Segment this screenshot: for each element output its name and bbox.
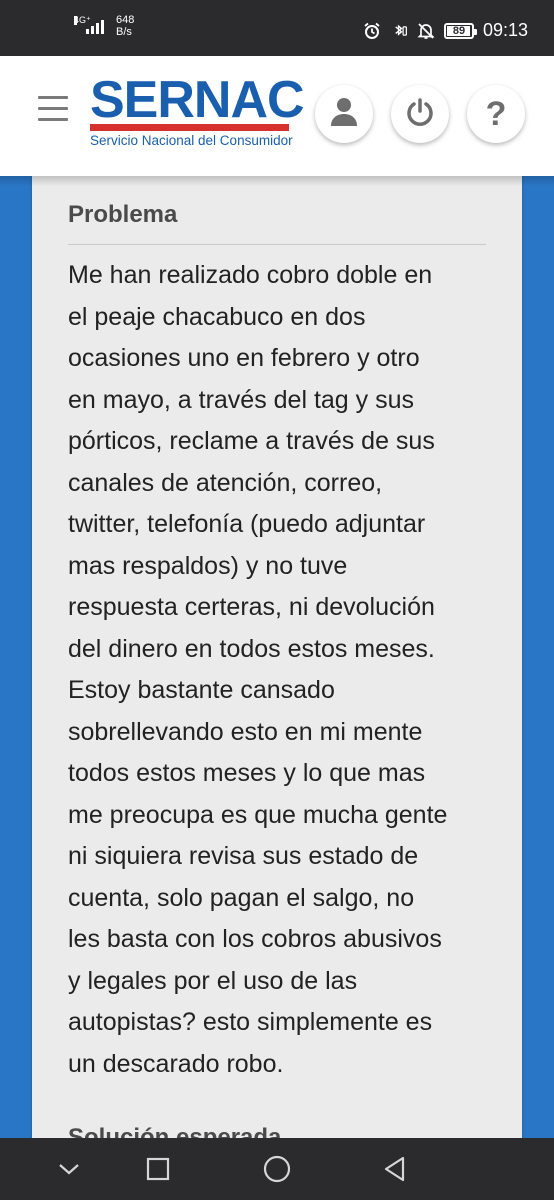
clock: 09:13 (482, 20, 528, 40)
home-icon[interactable] (262, 1154, 292, 1184)
app-header: SERNAC Servicio Nacional del Consumidor … (0, 56, 554, 176)
logo-wordmark: SERNAC (90, 71, 305, 129)
complaint-card: Problema Me han realizado cobro doble en… (32, 176, 522, 1138)
user-icon (330, 97, 358, 132)
logo-subtitle: Servicio Nacional del Consumidor (90, 133, 293, 148)
status-bar: 4G⁺ 648 B/s 89 09:13 (0, 0, 554, 56)
problem-description: Me han realizado cobro doble en el peaje… (68, 261, 448, 1078)
recents-icon[interactable] (143, 1154, 173, 1184)
header-shadow (0, 176, 554, 186)
battery-icon: 89 (443, 22, 477, 39)
alarm-icon (363, 22, 381, 40)
power-icon (405, 97, 435, 132)
user-button[interactable] (315, 85, 373, 143)
section-title: Problema (68, 201, 178, 228)
bluetooth-vibrate-icon (390, 22, 408, 40)
status-left: 4G⁺ 648 B/s (74, 14, 134, 38)
divider (68, 244, 486, 245)
menu-icon[interactable] (38, 96, 68, 122)
help-button[interactable]: ? (467, 85, 525, 143)
status-right: 89 09:13 (363, 20, 528, 41)
page-content[interactable]: Problema Me han realizado cobro doble en… (0, 176, 554, 1138)
network-type: 4G⁺ (74, 15, 91, 25)
system-nav-bar (0, 1138, 554, 1200)
logout-button[interactable] (391, 85, 449, 143)
help-icon: ? (485, 95, 507, 133)
chevron-down-icon[interactable] (54, 1154, 84, 1184)
speed-unit: B/s (116, 26, 132, 38)
network-speed: 648 B/s (116, 14, 134, 38)
next-section-title: Solución esperada (68, 1124, 282, 1138)
battery-level: 89 (452, 24, 466, 37)
problem-section: Problema Me han realizado cobro doble en… (68, 198, 486, 1085)
speed-value: 648 (116, 14, 135, 26)
back-icon[interactable] (380, 1154, 410, 1184)
bell-off-icon (417, 22, 435, 40)
sernac-logo[interactable]: SERNAC Servicio Nacional del Consumidor (90, 71, 305, 148)
signal-icon: 4G⁺ (74, 15, 104, 34)
